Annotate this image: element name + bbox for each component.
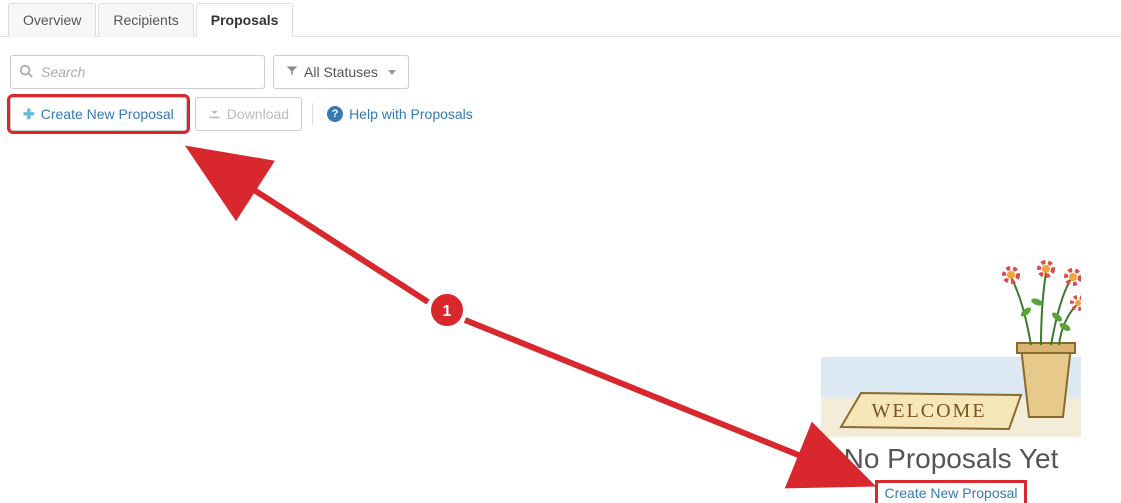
download-icon (208, 106, 221, 122)
help-icon: ? (327, 106, 343, 122)
chevron-down-icon (388, 70, 396, 75)
plus-icon: ✚ (23, 106, 35, 123)
toolbar-separator (312, 103, 313, 125)
download-button[interactable]: Download (195, 97, 302, 131)
welcome-illustration: WELCOME (821, 257, 1081, 437)
svg-text:1: 1 (443, 303, 452, 320)
tab-recipients[interactable]: Recipients (98, 3, 193, 37)
help-with-proposals-link[interactable]: ? Help with Proposals (323, 100, 477, 128)
empty-state-create-link[interactable]: Create New Proposal (878, 483, 1023, 503)
svg-text:WELCOME: WELCOME (871, 400, 986, 422)
download-label: Download (227, 106, 289, 122)
tab-overview[interactable]: Overview (8, 3, 96, 37)
create-new-proposal-label: Create New Proposal (41, 106, 174, 122)
toolbar-row-1: All Statuses (0, 37, 1121, 97)
filter-label: All Statuses (304, 64, 378, 80)
create-new-proposal-button[interactable]: ✚ Create New Proposal (10, 97, 187, 131)
search-input[interactable] (10, 55, 265, 89)
search-wrapper (10, 55, 265, 89)
tab-proposals[interactable]: Proposals (196, 3, 294, 37)
search-icon (19, 64, 33, 78)
help-label: Help with Proposals (349, 106, 473, 122)
empty-state-heading: No Proposals Yet (811, 443, 1091, 475)
filter-all-statuses-button[interactable]: All Statuses (273, 55, 409, 89)
toolbar-row-2: ✚ Create New Proposal Download ? Help wi… (0, 97, 1121, 139)
filter-icon (286, 64, 298, 80)
tab-bar: Overview Recipients Proposals (0, 2, 1121, 37)
empty-state: WELCOME (811, 257, 1091, 503)
